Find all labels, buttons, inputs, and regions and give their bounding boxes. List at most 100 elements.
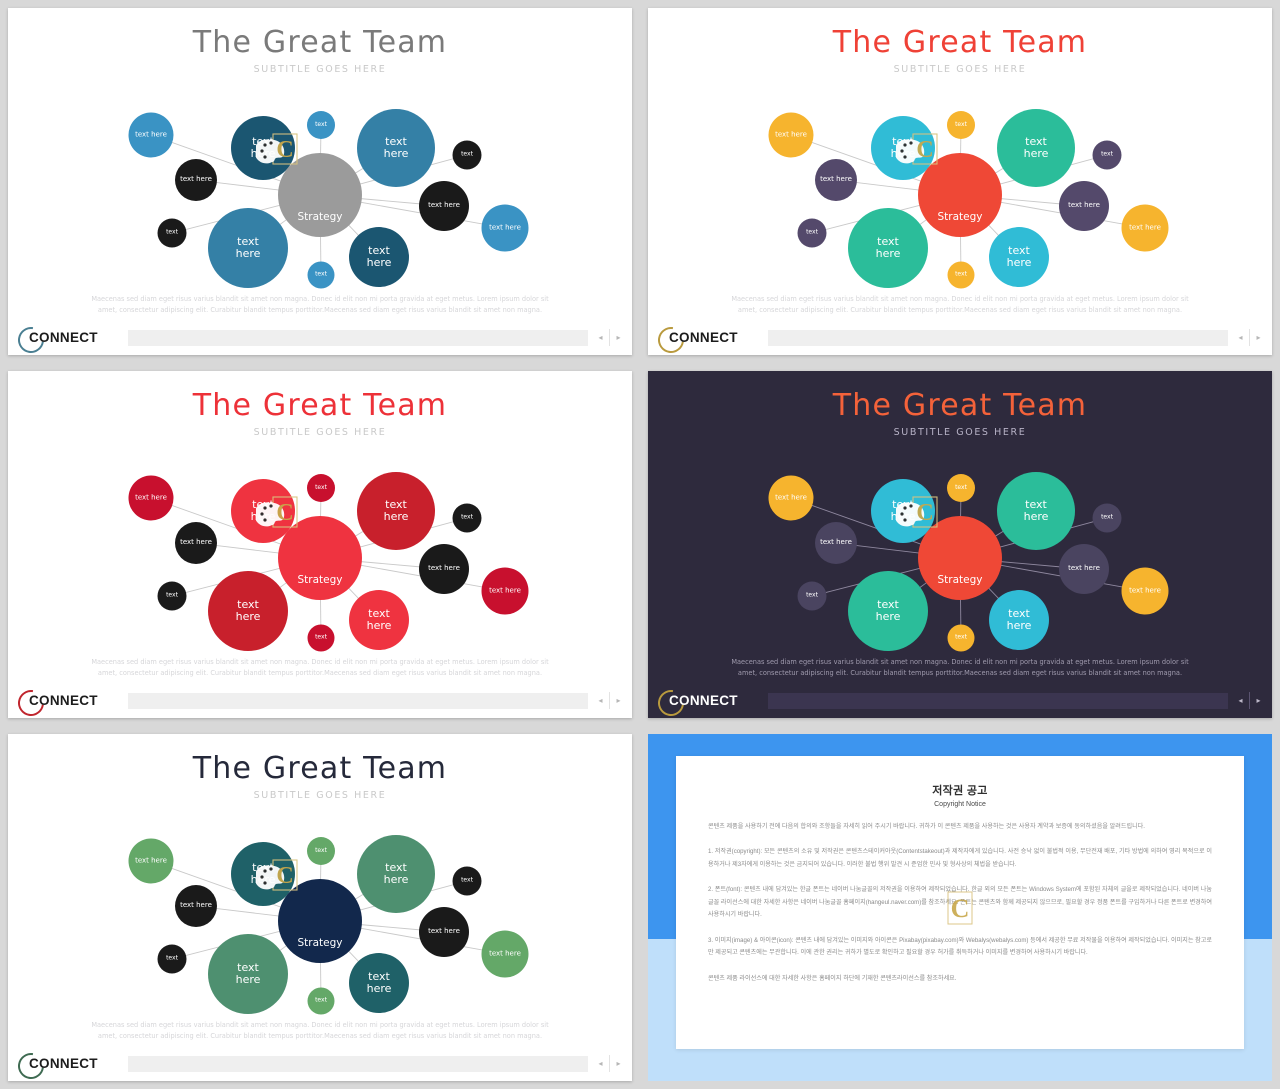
bubble-node[interactable]: text here — [208, 208, 288, 288]
bubble-node[interactable]: text — [157, 581, 187, 611]
bubble-label: text here — [489, 586, 521, 595]
bubble-node[interactable]: text — [452, 866, 482, 896]
bubble-node[interactable]: text here — [768, 475, 814, 521]
next-button[interactable]: ▸ — [612, 1055, 625, 1072]
bubble-node[interactable]: text — [307, 987, 335, 1015]
prev-button[interactable]: ◂ — [1234, 329, 1247, 346]
progress-track[interactable] — [128, 692, 588, 709]
bubble-node[interactable]: text here — [419, 544, 469, 594]
bubble-label: text — [315, 846, 327, 854]
bubble-node[interactable]: text here — [208, 571, 288, 651]
bubble-node[interactable]: text — [947, 261, 975, 289]
center-node[interactable]: C Strategy — [896, 133, 1002, 237]
progress-track[interactable] — [128, 1055, 588, 1072]
bubble-label: text here — [775, 130, 807, 139]
bubble-node[interactable]: text — [947, 624, 975, 652]
network-diagram: text here text here text here text text here… — [8, 80, 632, 292]
next-button[interactable]: ▸ — [612, 329, 625, 346]
bubble-node[interactable]: text here — [481, 204, 529, 252]
bubble-label: text — [955, 633, 967, 641]
bubble-node[interactable]: text here — [1121, 204, 1169, 252]
bubble-node[interactable]: text here — [848, 208, 928, 288]
next-button[interactable]: ▸ — [1252, 329, 1265, 346]
bubble-node[interactable]: text here — [997, 472, 1075, 550]
prev-button[interactable]: ◂ — [594, 329, 607, 346]
bubble-node[interactable]: text here — [175, 159, 217, 201]
body-paragraph: Maecenas sed diam eget risus varius blan… — [91, 1021, 549, 1040]
bubble-label: text here — [428, 201, 460, 210]
bubble-node[interactable]: text here — [419, 907, 469, 957]
slide-footer: CONNECT ◂ ▸ — [8, 683, 632, 718]
bubble-node[interactable]: text here — [989, 590, 1049, 650]
bubble-node[interactable]: text here — [989, 227, 1049, 287]
logo-wordmark: CONNECT — [29, 692, 98, 708]
bubble-node[interactable]: text here — [349, 590, 409, 650]
bubble-node[interactable]: text here — [815, 522, 857, 564]
bubble-node[interactable]: text — [452, 503, 482, 533]
bubble-label: text — [955, 270, 967, 278]
bubble-node[interactable]: text — [307, 111, 335, 139]
page-subtitle: SUBTITLE GOES HERE — [893, 427, 1027, 438]
bubble-node[interactable]: text here — [481, 567, 529, 615]
center-node[interactable]: C Strategy — [256, 859, 362, 963]
bubble-node[interactable]: text — [797, 218, 827, 248]
bubble-node[interactable]: text here — [128, 475, 174, 521]
bubble-node[interactable]: text here — [1059, 181, 1109, 231]
page-subtitle: SUBTITLE GOES HERE — [893, 64, 1027, 75]
page-title: The Great Team — [832, 388, 1088, 423]
bubble-node[interactable]: text here — [1059, 544, 1109, 594]
svg-text:C: C — [916, 500, 933, 526]
bubble-node[interactable]: text here — [175, 885, 217, 927]
slide-blue[interactable]: The Great Team SUBTITLE GOES HERE text h… — [8, 8, 632, 355]
bubble-node[interactable]: text here — [128, 112, 174, 158]
nav-controls: ◂ ▸ — [594, 692, 625, 709]
bubble-node[interactable]: text here — [357, 109, 435, 187]
bubble-node[interactable]: text — [307, 837, 335, 865]
bubble-node[interactable]: text here — [997, 109, 1075, 187]
center-node[interactable]: C Strategy — [256, 133, 362, 237]
bubble-node[interactable]: text here — [357, 835, 435, 913]
slide-red[interactable]: The Great Team SUBTITLE GOES HERE text h… — [8, 371, 632, 718]
progress-track[interactable] — [768, 329, 1228, 346]
center-node[interactable]: C Strategy — [896, 496, 1002, 600]
bubble-node[interactable]: text here — [208, 934, 288, 1014]
palette-watermark-icon: C — [256, 133, 298, 165]
copyright-title: 저작권 공고 — [932, 785, 988, 797]
bubble-node[interactable]: text — [1092, 503, 1122, 533]
bubble-node[interactable]: text — [307, 624, 335, 652]
bubble-node[interactable]: text here — [419, 181, 469, 231]
bubble-node[interactable]: text — [947, 474, 975, 502]
bubble-node[interactable]: text — [307, 474, 335, 502]
bubble-node[interactable]: text here — [481, 930, 529, 978]
bubble-node[interactable]: text here — [175, 522, 217, 564]
bubble-node[interactable]: text here — [768, 112, 814, 158]
bubble-node[interactable]: text — [797, 581, 827, 611]
next-button[interactable]: ▸ — [1252, 692, 1265, 709]
next-button[interactable]: ▸ — [612, 692, 625, 709]
prev-button[interactable]: ◂ — [1234, 692, 1247, 709]
progress-track[interactable] — [768, 692, 1228, 709]
bubble-node[interactable]: text — [157, 218, 187, 248]
progress-track[interactable] — [128, 329, 588, 346]
bubble-node[interactable]: text here — [128, 838, 174, 884]
bubble-node[interactable]: text here — [349, 227, 409, 287]
bubble-node[interactable]: text — [1092, 140, 1122, 170]
slide-green[interactable]: The Great Team SUBTITLE GOES HERE text h… — [8, 734, 632, 1081]
slide-orange[interactable]: The Great Team SUBTITLE GOES HERE text h… — [648, 8, 1272, 355]
prev-button[interactable]: ◂ — [594, 692, 607, 709]
bubble-node[interactable]: text — [947, 111, 975, 139]
slide-dark[interactable]: The Great Team SUBTITLE GOES HERE text h… — [648, 371, 1272, 718]
bubble-label: text here — [775, 493, 807, 502]
bubble-node[interactable]: text here — [1121, 567, 1169, 615]
bubble-node[interactable]: text here — [349, 953, 409, 1013]
bubble-node[interactable]: text here — [357, 472, 435, 550]
bubble-node[interactable]: text — [452, 140, 482, 170]
bubble-node[interactable]: text — [307, 261, 335, 289]
bubble-node[interactable]: text — [157, 944, 187, 974]
copyright-slide[interactable]: 저작권 공고 Copyright Notice 콘텐츠 제품을 사용하기 전에 … — [648, 734, 1272, 1081]
prev-button[interactable]: ◂ — [594, 1055, 607, 1072]
bubble-node[interactable]: text here — [815, 159, 857, 201]
slide-footer: CONNECT ◂ ▸ — [648, 320, 1272, 355]
bubble-node[interactable]: text here — [848, 571, 928, 651]
center-node[interactable]: C Strategy — [256, 496, 362, 600]
